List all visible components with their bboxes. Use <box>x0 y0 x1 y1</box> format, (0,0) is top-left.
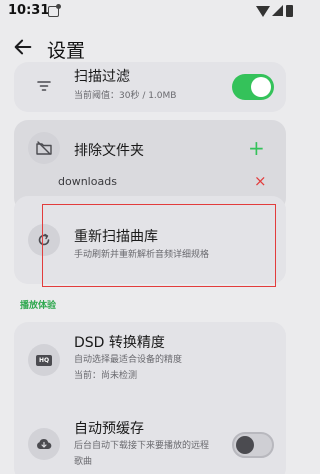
precache-subtitle: 后台自动下载接下来要播放的远程 <box>74 441 210 451</box>
toggle-knob <box>251 77 271 97</box>
precache-subtitle-2: 歌曲 <box>74 457 93 467</box>
excluded-folder-name: downloads <box>58 175 117 188</box>
playback-card: HQ DSD 转换精度 自动选择最适合设备的精度 当前：尚未检测 自动预缓存 后… <box>14 322 286 474</box>
hq-icon: HQ <box>28 344 60 376</box>
dsd-current: 当前：尚未检测 <box>74 371 138 381</box>
precache-toggle[interactable] <box>232 432 274 458</box>
signal-icon <box>272 5 283 16</box>
remove-folder-button[interactable]: × <box>254 172 267 190</box>
status-time: 10:31 <box>8 3 50 18</box>
scan-filter-subtitle: 当前阈值：30秒 / 1.0MB <box>74 91 177 101</box>
wifi-icon <box>256 6 270 17</box>
scan-filter-title: 扫描过滤 <box>74 69 130 85</box>
filter-icon <box>28 70 60 102</box>
add-folder-button[interactable]: + <box>248 134 265 162</box>
page-title: 设置 <box>47 40 86 62</box>
exclude-folder-title: 排除文件夹 <box>74 143 144 159</box>
scan-filter-toggle[interactable] <box>232 74 274 100</box>
scan-filter-card[interactable]: 扫描过滤 当前阈值：30秒 / 1.0MB <box>14 62 286 112</box>
section-header-playback: 播放体验 <box>20 301 57 311</box>
highlight-box <box>42 204 276 287</box>
toggle-knob <box>236 436 254 454</box>
precache-title: 自动预缓存 <box>74 421 144 437</box>
battery-icon <box>286 5 293 17</box>
folder-off-icon <box>28 132 60 164</box>
dsd-title[interactable]: DSD 转换精度 <box>74 332 165 352</box>
status-bar: 10:31 <box>0 0 300 24</box>
notification-icon <box>48 4 61 17</box>
back-arrow-icon[interactable] <box>12 36 34 58</box>
hq-badge: HQ <box>36 354 52 366</box>
cloud-download-icon <box>28 428 60 460</box>
dsd-subtitle: 自动选择最适合设备的精度 <box>74 355 183 365</box>
